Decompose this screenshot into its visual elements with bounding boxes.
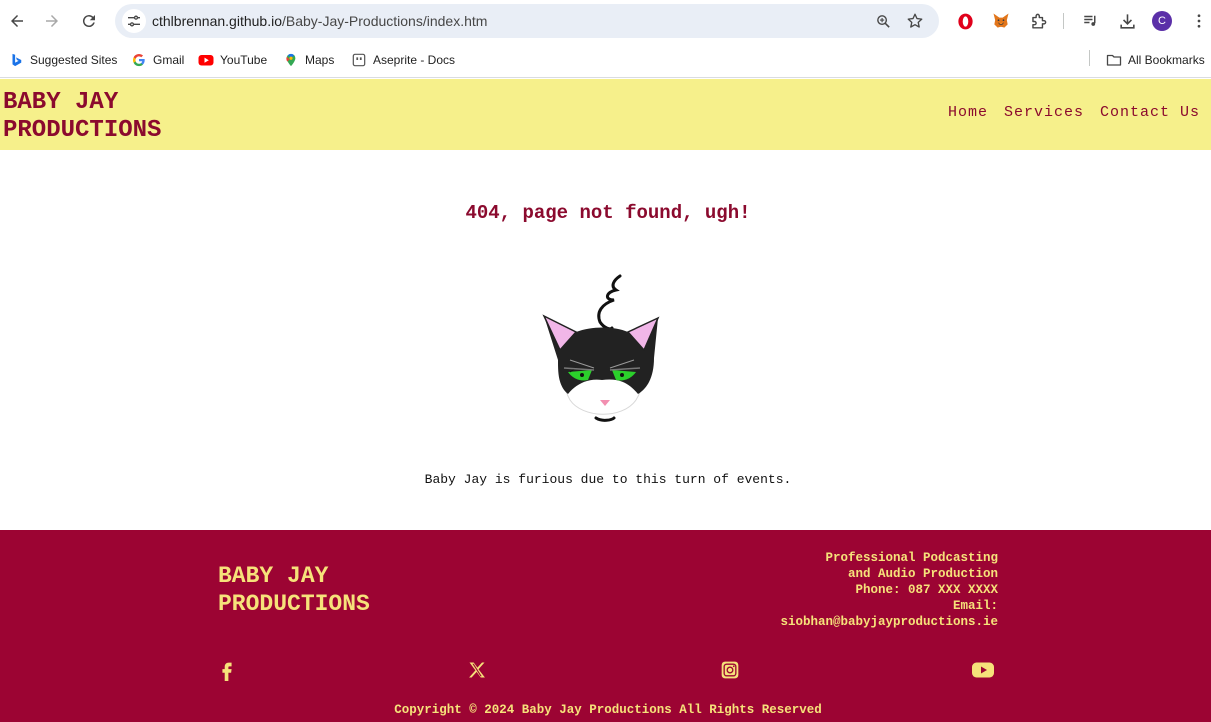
bookmark-aseprite-docs[interactable]: Aseprite - Docs <box>351 50 455 70</box>
nav-services[interactable]: Services <box>1004 104 1084 121</box>
profile-avatar[interactable]: C <box>1152 11 1172 31</box>
bing-icon <box>8 52 24 68</box>
footer-tagline-1: Professional Podcasting <box>825 551 998 565</box>
opera-icon[interactable] <box>954 10 976 32</box>
tune-icon[interactable] <box>122 9 146 33</box>
maps-pin-icon <box>283 52 299 68</box>
zoom-icon[interactable] <box>874 12 892 30</box>
footer-contact-info: Professional Podcasting and Audio Produc… <box>780 550 998 630</box>
toolbar-divider <box>1063 13 1064 29</box>
kebab-menu-icon[interactable] <box>1188 10 1210 32</box>
footer-tagline-2: and Audio Production <box>847 567 998 581</box>
url-host: cthlbrennan.github.io <box>152 13 282 29</box>
footer-phone: Phone: 087 XXX XXXX <box>855 583 998 597</box>
facebook-icon[interactable] <box>215 658 239 682</box>
bookmark-maps[interactable]: Maps <box>283 50 334 70</box>
logo-line-1: BABY JAY <box>3 89 119 116</box>
forward-arrow-icon[interactable] <box>40 9 64 33</box>
logo-line-2: PRODUCTIONS <box>3 117 162 144</box>
nav-home[interactable]: Home <box>948 104 988 121</box>
bookmark-youtube[interactable]: YouTube <box>198 50 267 70</box>
bookmark-label: YouTube <box>220 53 268 67</box>
site-footer: BABY JAY PRODUCTIONS Professional Podcas… <box>0 530 1211 722</box>
youtube-icon <box>198 52 214 68</box>
site-logo[interactable]: BABY JAY PRODUCTIONS <box>3 89 223 145</box>
copyright-text: Copyright © 2024 Baby Jay Productions Al… <box>394 703 822 717</box>
aseprite-icon <box>351 52 367 68</box>
instagram-icon[interactable] <box>718 658 742 682</box>
url-text[interactable]: cthlbrennan.github.io/Baby-Jay-Productio… <box>152 13 487 29</box>
main-content: 404, page not found, ugh! Baby Jay is fu… <box>0 150 1211 530</box>
site-header: BABY JAY PRODUCTIONS Home Services Conta… <box>0 79 1211 150</box>
url-path: /Baby-Jay-Productions/index.htm <box>282 13 488 29</box>
bookmark-suggested-sites[interactable]: Suggested Sites <box>8 50 117 70</box>
bookmark-gmail[interactable]: Gmail <box>131 50 184 70</box>
metamask-fox-icon[interactable] <box>990 10 1012 32</box>
error-title: 404, page not found, ugh! <box>465 202 751 224</box>
youtube-icon[interactable] <box>971 658 995 682</box>
image-caption: Baby Jay is furious due to this turn of … <box>424 472 792 487</box>
nav-contact-us[interactable]: Contact Us <box>1100 104 1200 121</box>
x-icon[interactable] <box>465 658 489 682</box>
bookmark-label: Gmail <box>153 53 185 67</box>
bookmark-label: Aseprite - Docs <box>373 53 456 67</box>
all-bookmarks-button[interactable]: All Bookmarks <box>1106 50 1205 70</box>
star-icon[interactable] <box>906 12 924 30</box>
bookmark-label: Maps <box>305 53 335 67</box>
bookmark-label: All Bookmarks <box>1128 53 1205 67</box>
download-icon[interactable] <box>1116 10 1138 32</box>
footer-logo: BABY JAY PRODUCTIONS <box>218 562 418 618</box>
bookmarks-bar: Suggested Sites Gmail YouTube Maps Asepr… <box>0 42 1211 78</box>
bookmark-label: Suggested Sites <box>30 53 118 67</box>
reload-icon[interactable] <box>77 9 101 33</box>
bookmarks-divider <box>1089 50 1090 66</box>
folder-icon <box>1106 52 1122 68</box>
footer-logo-line-2: PRODUCTIONS <box>218 591 370 617</box>
footer-email-label: Email: <box>952 599 998 613</box>
address-bar[interactable]: cthlbrennan.github.io/Baby-Jay-Productio… <box>115 4 939 38</box>
back-arrow-icon[interactable] <box>5 9 29 33</box>
puzzle-icon[interactable] <box>1027 10 1049 32</box>
footer-logo-line-1: BABY JAY <box>218 563 329 589</box>
angry-cat-illustration <box>542 274 660 422</box>
media-queue-icon[interactable] <box>1080 10 1102 32</box>
google-icon <box>131 52 147 68</box>
browser-toolbar: cthlbrennan.github.io/Baby-Jay-Productio… <box>0 0 1211 42</box>
main-nav: Home Services Contact Us <box>948 104 1200 121</box>
footer-email[interactable]: siobhan@babyjayproductions.ie <box>780 614 998 630</box>
